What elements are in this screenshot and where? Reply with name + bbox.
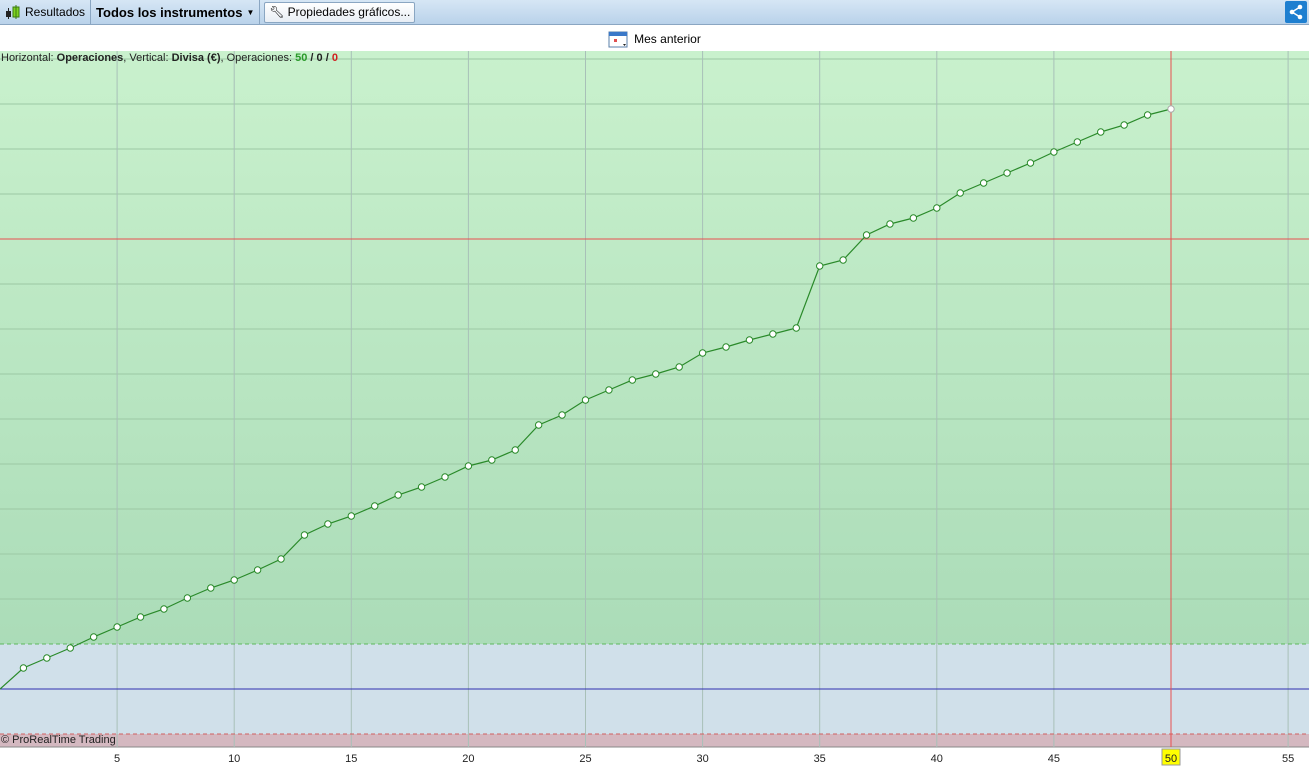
data-point (839, 256, 847, 264)
data-point (652, 370, 660, 378)
h-value: Operaciones (56, 52, 124, 64)
data-point (628, 376, 637, 384)
data-point (277, 555, 285, 563)
data-point (207, 584, 215, 592)
data-point (19, 664, 28, 672)
data-point (745, 336, 754, 344)
equity-chart[interactable]: 5 10 15 20 25 30 35 40 45 55 50 (0, 51, 1309, 767)
chart-properties-label: Propiedades gráficos... (287, 5, 411, 19)
data-point (769, 330, 777, 338)
x-tick-label: 5 (114, 753, 120, 765)
x-tick-label: 10 (228, 753, 240, 765)
chart-info: Horizontal: Operaciones, Vertical: Divis… (1, 52, 338, 64)
calendar-icon[interactable] (608, 29, 630, 49)
x-tick-label: 55 (1282, 753, 1294, 765)
x-tick-label: 30 (696, 753, 708, 765)
period-label: Mes anterior (634, 31, 701, 46)
data-point (792, 324, 800, 332)
x-tick-label: 45 (1048, 753, 1060, 765)
data-point (1050, 148, 1058, 156)
data-point (253, 566, 262, 574)
share-icon (1289, 4, 1303, 20)
share-button[interactable] (1285, 1, 1307, 23)
data-point (1120, 121, 1128, 129)
h-prefix: Horizontal: (1, 52, 57, 64)
wrench-icon: 🔧︎ (269, 5, 285, 19)
data-point (1167, 105, 1175, 113)
sep: / (322, 52, 332, 64)
data-point (230, 576, 238, 584)
results-tab[interactable]: Resultados (0, 0, 92, 25)
x-tick-label: 25 (579, 753, 591, 765)
x-tick-label: 15 (345, 753, 357, 765)
copyright: © ProRealTime Trading (1, 734, 116, 746)
data-point (909, 214, 918, 222)
candlestick-icon (6, 5, 20, 19)
data-point (862, 231, 871, 239)
data-point (394, 491, 402, 499)
data-point (534, 421, 543, 429)
profit-zone (0, 51, 1309, 644)
data-point (1143, 111, 1152, 119)
data-point (1026, 159, 1035, 167)
data-point (160, 605, 168, 613)
data-point (722, 343, 730, 351)
data-point (979, 179, 988, 187)
instruments-dropdown[interactable]: Todos los instrumentos ▼ (91, 0, 261, 25)
instruments-label: Todos los instrumentos (96, 4, 243, 20)
crosshair-x-label: 50 (1165, 753, 1177, 765)
x-tick-label: 20 (462, 753, 474, 765)
data-point (675, 363, 683, 371)
data-point (464, 462, 473, 470)
results-label: Resultados (25, 5, 86, 19)
data-point (816, 262, 824, 270)
v-prefix: , Vertical: (123, 52, 172, 64)
data-point (183, 594, 192, 602)
ops-total: 50 (295, 52, 308, 64)
data-point (89, 633, 98, 641)
caret-down-icon: ▼ (246, 7, 255, 17)
v-value: Divisa (€) (171, 52, 221, 64)
data-point (488, 456, 496, 464)
chart-properties-button[interactable]: 🔧︎ Propiedades gráficos... (264, 1, 416, 23)
data-point (1003, 169, 1011, 177)
ops-loss: 0 (331, 52, 338, 64)
data-point (886, 220, 894, 228)
x-tick-label: 35 (814, 753, 826, 765)
data-point (417, 483, 426, 491)
loss-zone (0, 734, 1309, 747)
data-point (441, 473, 449, 481)
period-selector[interactable]: Mes anterior (0, 26, 1309, 51)
data-point (43, 654, 51, 662)
ops-prefix: , Operaciones: (220, 52, 296, 64)
data-point (956, 189, 964, 197)
data-point (1097, 128, 1105, 136)
data-point (347, 512, 355, 520)
x-tick-label: 40 (931, 753, 943, 765)
data-point (113, 623, 121, 631)
data-point (698, 349, 707, 357)
data-point (581, 396, 590, 404)
data-point (371, 502, 379, 510)
data-point (511, 446, 519, 454)
x-axis-area (0, 747, 1309, 767)
data-point (933, 204, 941, 212)
data-point (558, 411, 566, 419)
data-point (66, 644, 74, 652)
data-point (1073, 138, 1082, 146)
sep: / (307, 52, 317, 64)
data-point (324, 520, 332, 528)
data-point (136, 613, 145, 621)
data-point (605, 386, 613, 394)
data-point (300, 531, 309, 539)
toolbar: Resultados Todos los instrumentos ▼ 🔧︎ P… (0, 0, 1309, 25)
